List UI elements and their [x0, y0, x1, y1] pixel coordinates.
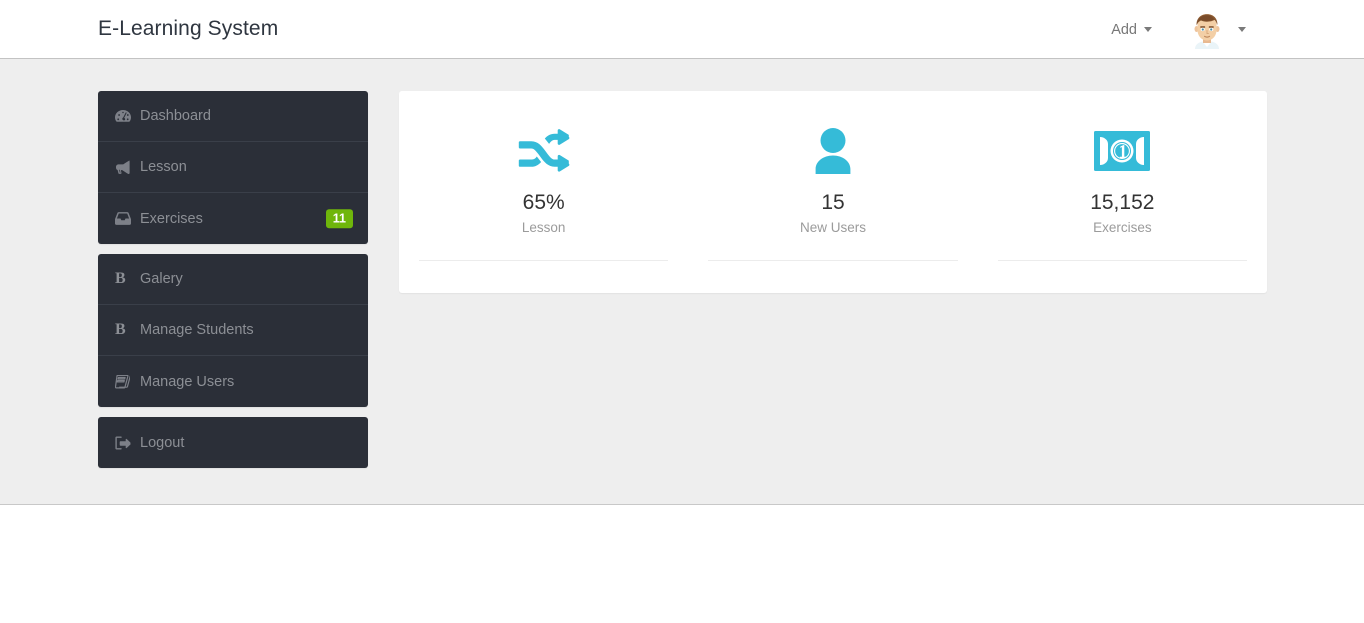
user-icon: [698, 123, 967, 179]
missing-glyph-icon: B: [115, 271, 139, 287]
add-dropdown-label: Add: [1111, 21, 1137, 38]
sidebar-item-manage-students[interactable]: B Manage Students: [98, 305, 368, 356]
bullhorn-icon: [115, 160, 139, 174]
sidebar-item-label: Exercises: [140, 210, 203, 227]
dashboard-icon: [115, 109, 139, 123]
sidebar: Dashboard Lesson Exercises 11 B Galery B…: [98, 91, 368, 478]
stats-row: 65% Lesson 15 New Users 15,152 Exercises: [399, 91, 1267, 262]
sidebar-group-session: Logout: [98, 417, 368, 468]
sidebar-item-exercises[interactable]: Exercises 11: [98, 193, 368, 244]
stat-value: 15: [821, 191, 845, 214]
sidebar-group-primary: Dashboard Lesson Exercises 11: [98, 91, 368, 244]
sidebar-item-logout[interactable]: Logout: [98, 417, 368, 468]
sidebar-item-label: Manage Students: [140, 322, 254, 338]
divider: [419, 260, 669, 262]
sidebar-item-label: Dashboard: [140, 108, 211, 124]
book-icon: [115, 374, 139, 389]
sidebar-item-galery[interactable]: B Galery: [98, 254, 368, 305]
stat-label: Lesson: [521, 220, 566, 236]
status-badge: 11: [325, 208, 353, 229]
sidebar-item-label: Lesson: [140, 159, 187, 175]
stat-card-new-users: 15 New Users: [688, 91, 977, 262]
avatar: [1188, 10, 1226, 49]
missing-glyph-icon: B: [115, 322, 139, 338]
stat-label: Exercises: [1093, 220, 1152, 236]
divider: [997, 260, 1247, 262]
stat-card-exercises: 15,152 Exercises: [978, 91, 1267, 262]
shuffle-icon: [409, 123, 678, 179]
missing-glyph-char: B: [115, 270, 126, 287]
divider: [708, 260, 958, 262]
sidebar-item-label: Manage Users: [140, 373, 235, 390]
sidebar-item-label: Galery: [140, 271, 183, 287]
stat-value: 65%: [522, 191, 565, 214]
content-area: Dashboard Lesson Exercises 11 B Galery B…: [0, 59, 1364, 505]
panel-footer: [399, 261, 1267, 293]
user-menu-button[interactable]: [1162, 10, 1254, 49]
stats-panel: 65% Lesson 15 New Users 15,152 Exercises: [399, 91, 1267, 294]
stat-card-lesson: 65% Lesson: [399, 91, 688, 262]
stat-value: 15,152: [1090, 191, 1155, 214]
sidebar-item-label: Logout: [140, 434, 185, 451]
navbar-right-group: Add: [1101, 0, 1254, 59]
add-dropdown-button[interactable]: Add: [1101, 16, 1162, 44]
caret-down-icon: [1238, 27, 1246, 32]
missing-glyph-char: B: [115, 321, 126, 338]
sidebar-item-manage-users[interactable]: Manage Users: [98, 356, 368, 407]
money-bill-icon: [988, 123, 1257, 179]
sidebar-group-management: B Galery B Manage Students Manage Users: [98, 254, 368, 407]
top-navbar: E-Learning System Add: [0, 0, 1364, 59]
sign-out-icon: [115, 436, 139, 450]
app-title: E-Learning System: [98, 17, 279, 40]
stat-label: New Users: [799, 220, 866, 236]
sidebar-item-dashboard[interactable]: Dashboard: [98, 91, 368, 142]
caret-down-icon: [1144, 27, 1152, 32]
sidebar-item-lesson[interactable]: Lesson: [98, 142, 368, 193]
inbox-icon: [115, 212, 139, 225]
page-bottom: [0, 505, 1364, 622]
